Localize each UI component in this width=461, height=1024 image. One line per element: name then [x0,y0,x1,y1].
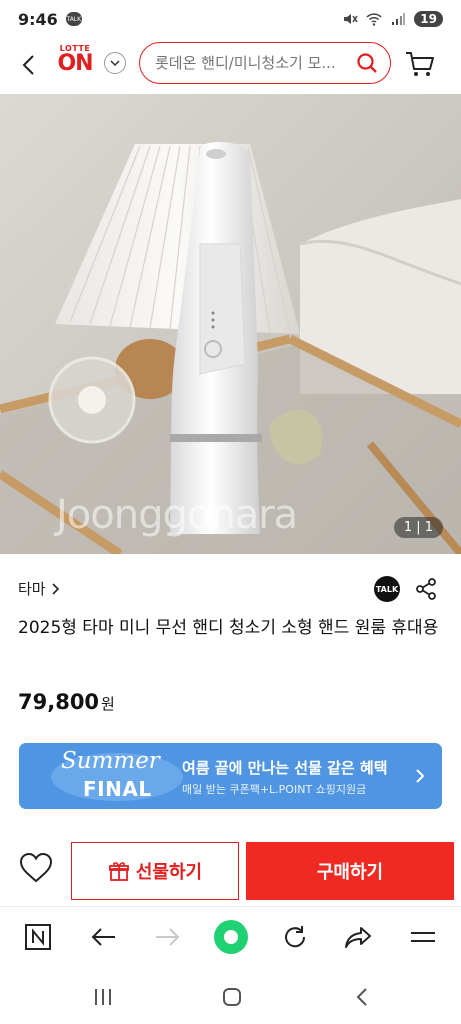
browser-back-button[interactable] [88,921,120,953]
browser-forward-button[interactable] [151,921,183,953]
lotte-on-logo[interactable]: LOTTE ON [55,44,95,84]
search-input[interactable] [155,54,347,72]
signal-icon [392,13,406,25]
mute-icon [344,14,358,24]
banner-title: 여름 끝에 만나는 선물 같은 혜택 [182,759,388,777]
android-nav-bar [0,968,461,1024]
brand-name: 타마 [18,580,46,598]
search-bar[interactable] [139,42,391,84]
arrow-left-icon [91,928,115,946]
share-icon[interactable] [414,577,438,601]
green-dot-icon [214,920,248,954]
banner-subtitle: 매일 받는 쿠폰팩+L.POINT 쇼핑지원금 [182,783,367,796]
cart-icon[interactable] [404,48,436,80]
back-button[interactable] [14,50,44,80]
gift-icon [108,862,129,881]
status-icons: 19 [342,11,443,27]
naver-icon [25,924,51,950]
brand-link[interactable]: 타마 [18,578,60,599]
chevron-right-icon [52,582,59,595]
image-counter: 1 | 1 [393,517,443,538]
share-page-button[interactable] [342,921,374,953]
kakaotalk-notification-icon: TALK [65,12,82,26]
refresh-button[interactable] [279,921,311,953]
menu-button[interactable] [407,921,439,953]
chevron-right-icon [416,769,425,783]
back-chevron-icon [356,988,367,1006]
refresh-icon [285,926,306,948]
product-photo [0,94,461,554]
recent-apps-icon [95,989,111,1005]
gift-button[interactable]: 선물하기 [71,842,239,900]
home-button[interactable] [219,984,245,1010]
mall-dropdown-button[interactable] [104,52,126,74]
home-icon [223,988,241,1006]
app-header: LOTTE ON [0,38,461,94]
price-row: 79,800 원 [18,690,115,714]
status-bar: 9:46 TALK 19 [0,0,461,38]
logo-main-text: ON [57,51,93,76]
buy-button[interactable]: 구매하기 [246,842,454,900]
arrow-right-icon [156,928,180,946]
system-back-button[interactable] [349,984,375,1010]
wifi-icon [366,13,382,26]
price-unit: 원 [101,695,115,713]
banner-final-text: FINAL [83,777,152,801]
promo-banner[interactable]: Summer FINAL 여름 끝에 만나는 선물 같은 혜택 매일 받는 쿠폰… [19,743,442,809]
share-arrow-icon [345,927,371,948]
product-image-gallery[interactable]: Joonggonara 1 | 1 [0,94,461,554]
battery-indicator: 19 [414,11,443,27]
gift-button-label: 선물하기 [135,862,203,883]
chevron-left-icon [22,55,34,75]
banner-summer-text: Summer [61,748,160,774]
price: 79,800 [18,690,100,714]
watermark: Joonggonara [56,492,298,538]
talk-button[interactable]: TALK [374,576,400,602]
hamburger-icon [411,932,435,942]
browser-toolbar [0,906,461,968]
naver-home-button[interactable] [22,921,54,953]
green-dot-button[interactable] [212,918,250,956]
recent-apps-button[interactable] [90,984,116,1010]
chevron-down-icon [110,60,120,66]
status-time: 9:46 [18,9,58,29]
search-icon[interactable] [356,52,378,74]
product-title: 2025형 타마 미니 무선 핸디 청소기 소형 핸드 원룸 휴대용 [18,618,439,638]
heart-icon[interactable] [18,850,54,886]
